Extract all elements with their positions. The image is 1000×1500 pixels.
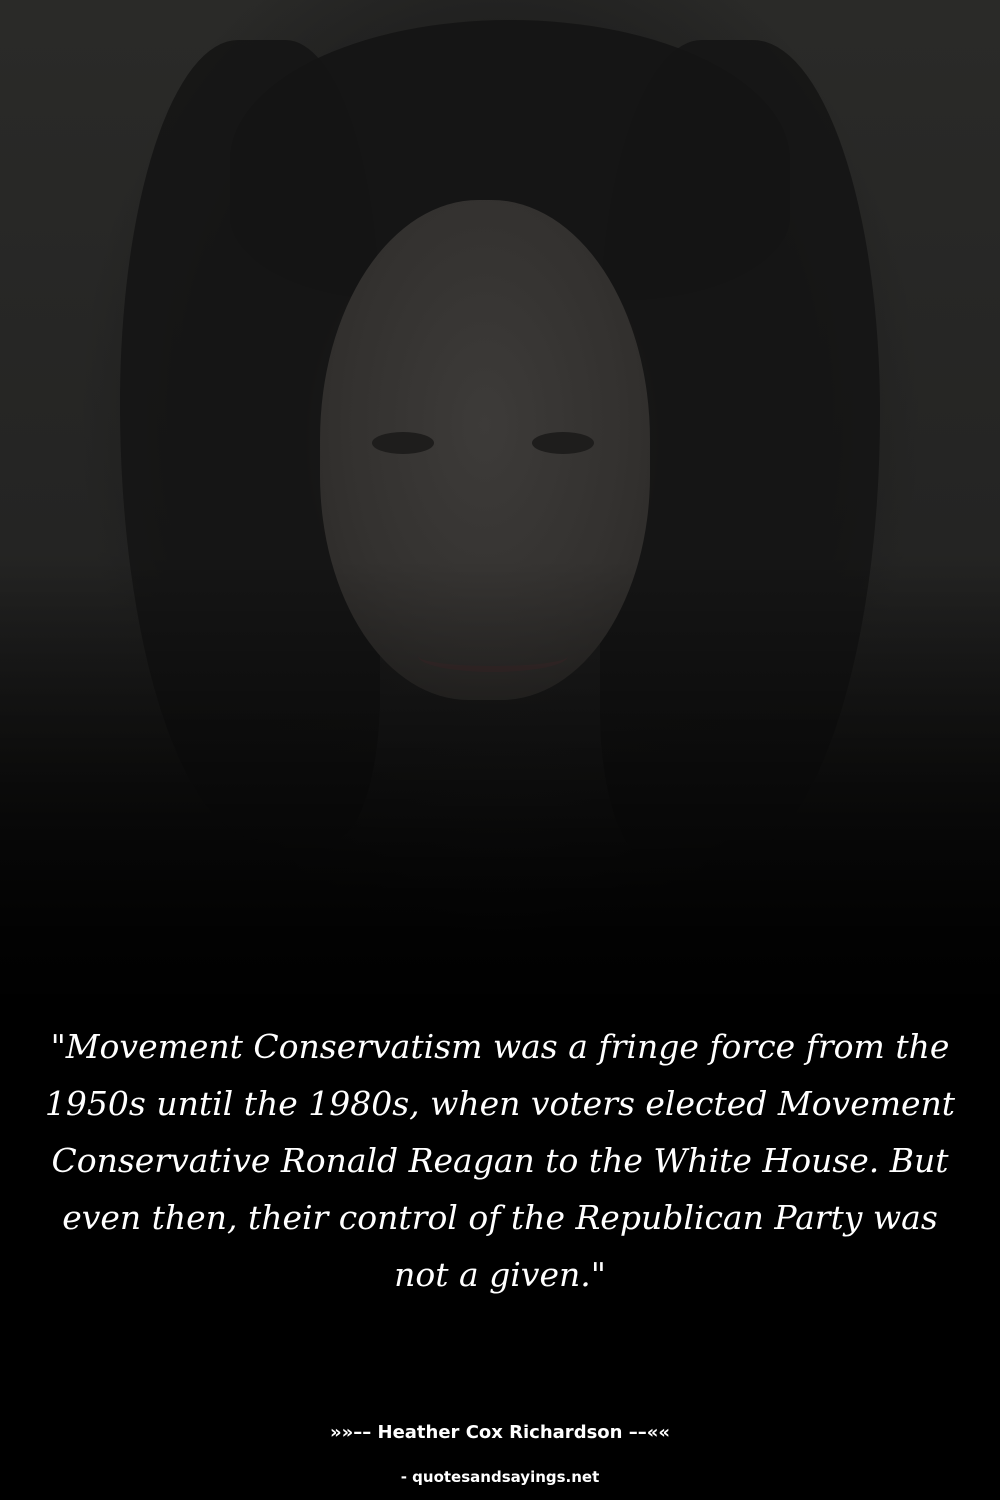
quote-text: "Movement Conservatism was a fringe forc… <box>44 1027 956 1294</box>
author-attribution: »»–– Heather Cox Richardson ––«« <box>329 1422 670 1443</box>
quote-card: "Movement Conservatism was a fringe forc… <box>0 0 1000 1500</box>
portrait-right-eye <box>532 432 594 454</box>
source-credit: - quotesandsayings.net <box>400 1468 600 1486</box>
photo-fade-overlay <box>0 560 1000 1020</box>
portrait-left-eye <box>372 432 434 454</box>
